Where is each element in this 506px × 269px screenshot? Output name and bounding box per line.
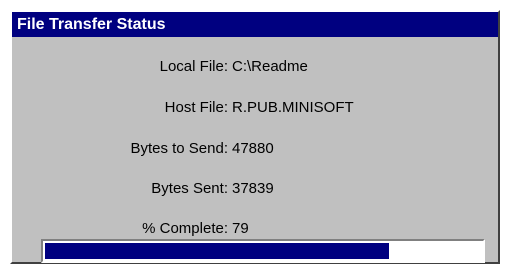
percent-complete-value: 79 xyxy=(232,220,249,237)
bytes-sent-label: Bytes Sent: xyxy=(151,180,228,197)
dialog-title: File Transfer Status xyxy=(12,12,498,37)
percent-complete-row: % Complete: 79 xyxy=(12,217,498,241)
file-transfer-status-dialog: File Transfer Status Local File: C:\Read… xyxy=(10,10,500,264)
host-file-value: R.PUB.MINISOFT xyxy=(232,99,354,116)
host-file-label: Host File: xyxy=(164,99,228,116)
bytes-sent-row: Bytes Sent: 37839 xyxy=(12,177,498,201)
local-file-label: Local File: xyxy=(159,58,228,75)
bytes-to-send-label: Bytes to Send: xyxy=(130,140,228,157)
percent-complete-label: % Complete: xyxy=(142,220,228,237)
transfer-progress-bar xyxy=(41,239,485,263)
progress-bar-fill xyxy=(45,243,389,259)
bytes-to-send-row: Bytes to Send: 47880 xyxy=(12,137,498,161)
local-file-row: Local File: C:\Readme xyxy=(12,55,498,79)
bytes-to-send-value: 47880 xyxy=(232,140,274,157)
bytes-sent-value: 37839 xyxy=(232,180,274,197)
local-file-value: C:\Readme xyxy=(232,58,308,75)
host-file-row: Host File: R.PUB.MINISOFT xyxy=(12,96,498,120)
